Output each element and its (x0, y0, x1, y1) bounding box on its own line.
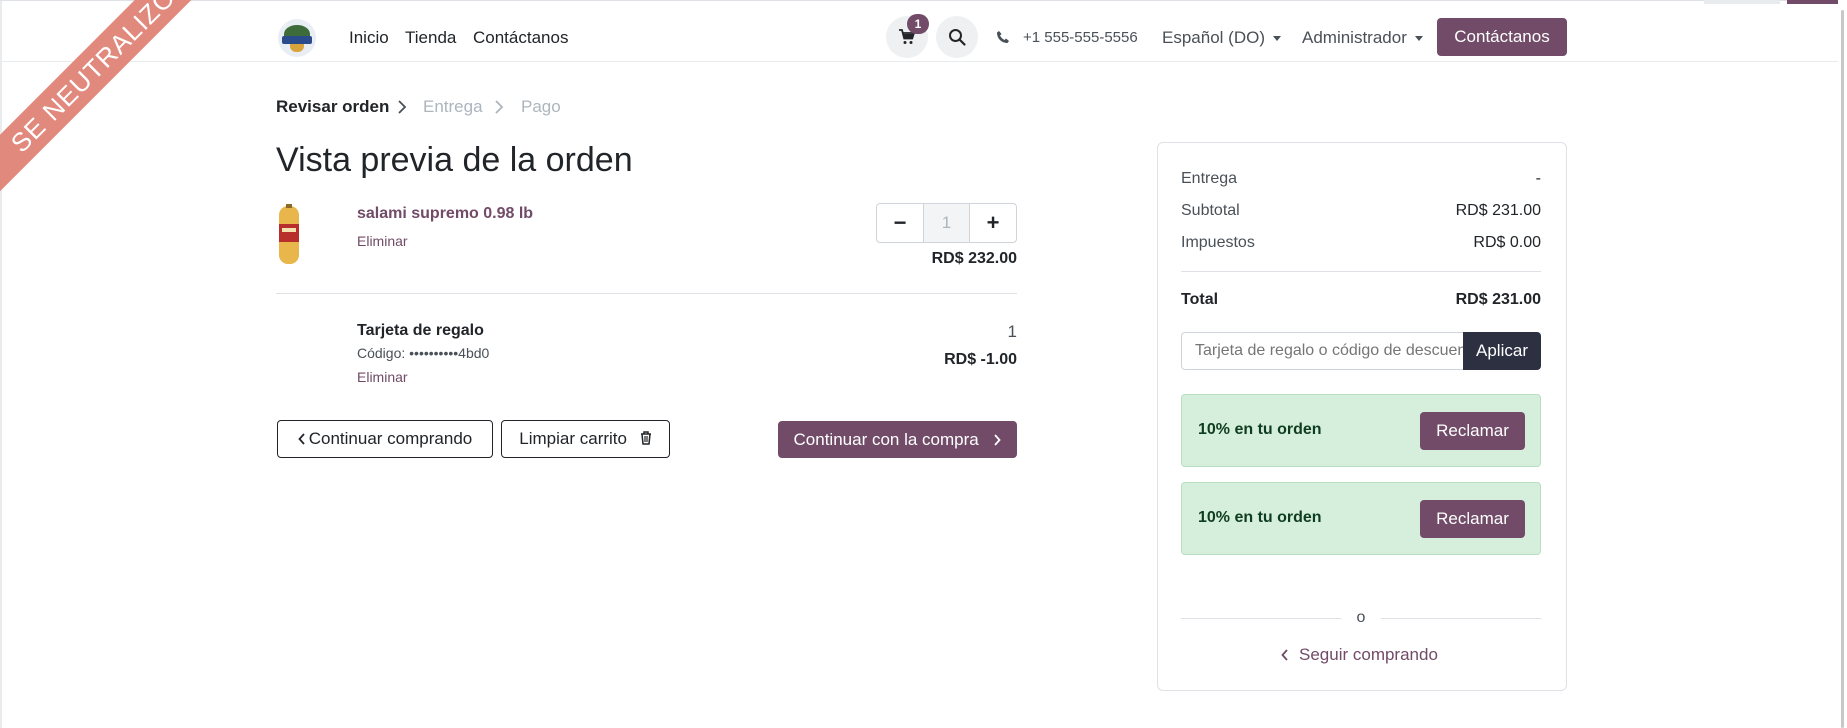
user-dropdown[interactable]: Administrador (1302, 28, 1423, 48)
chevron-down-icon (1414, 36, 1423, 42)
chevron-right-icon (495, 100, 504, 114)
or-divider-left (1181, 618, 1341, 619)
increase-qty-button[interactable]: + (970, 204, 1016, 242)
chevron-left-icon (298, 433, 305, 445)
summary-divider (1181, 271, 1541, 272)
breadcrumb-payment: Pago (521, 97, 561, 116)
quantity-input[interactable]: 1 (923, 204, 970, 242)
page-scrollbar[interactable] (1838, 0, 1847, 728)
gift-card-name: Tarjeta de regalo (357, 322, 484, 339)
delivery-value: - (1535, 170, 1541, 187)
gift-card-code: Código: ••••••••••4bd0 (357, 345, 490, 361)
or-separator: o (1356, 609, 1366, 626)
store-logo[interactable] (278, 19, 316, 57)
line-price: RD$ 232.00 (931, 250, 1017, 267)
user-label: Administrador (1302, 28, 1407, 47)
promo-code-input[interactable] (1181, 332, 1464, 370)
taxes-value: RD$ 0.00 (1473, 234, 1541, 251)
taxes-label: Impuestos (1181, 234, 1255, 251)
chevron-left-icon (1281, 649, 1288, 661)
left-edge (0, 0, 2, 728)
reward-banner: 10% en tu orden Reclamar (1181, 482, 1541, 555)
quantity-stepper: − 1 + (876, 203, 1017, 243)
remove-link[interactable]: Eliminar (357, 369, 408, 385)
trash-icon (640, 431, 651, 445)
decrease-qty-button[interactable]: − (877, 204, 923, 242)
plus-icon: + (986, 210, 1000, 235)
chevron-right-icon (994, 434, 1002, 446)
reward-banner: 10% en tu orden Reclamar (1181, 394, 1541, 467)
nav-tienda[interactable]: Tienda (405, 28, 456, 48)
product-image[interactable] (276, 204, 302, 266)
gift-card-qty: 1 (1007, 322, 1017, 341)
subtotal-label: Subtotal (1181, 202, 1240, 219)
product-name[interactable]: salami supremo 0.98 lb (357, 205, 533, 223)
minus-icon: − (893, 210, 907, 235)
remove-link[interactable]: Eliminar (357, 233, 408, 249)
continue-shopping-button[interactable]: Continuar comprando (277, 420, 493, 458)
reward-text: 10% en tu orden (1198, 509, 1322, 526)
search-button[interactable] (936, 16, 978, 58)
nav-contactanos[interactable]: Contáctanos (473, 28, 568, 48)
keep-shopping-label: Seguir comprando (1299, 645, 1438, 664)
breadcrumb-delivery: Entrega (423, 97, 483, 116)
subtotal-value: RD$ 231.00 (1455, 202, 1541, 219)
claim-reward-button[interactable]: Reclamar (1420, 500, 1525, 538)
nav-inicio[interactable]: Inicio (349, 28, 389, 48)
apply-promo-button[interactable]: Aplicar (1463, 332, 1541, 370)
total-label: Total (1181, 291, 1219, 308)
line-price: RD$ -1.00 (944, 351, 1017, 368)
breadcrumb-review: Revisar orden (276, 97, 390, 116)
checkout-button[interactable]: Continuar con la compra (778, 421, 1017, 458)
chevron-right-icon (398, 100, 407, 114)
keep-shopping-link[interactable]: Seguir comprando (1281, 645, 1438, 665)
clear-cart-label: Limpiar carrito (519, 429, 627, 448)
search-icon (949, 29, 966, 46)
contact-button[interactable]: Contáctanos (1437, 18, 1567, 56)
phone-icon (997, 31, 1009, 43)
checkout-label: Continuar con la compra (793, 430, 979, 449)
phone-number[interactable]: +1 555-555-5556 (1023, 29, 1138, 46)
cart-count-badge: 1 (907, 14, 929, 34)
language-label: Español (DO) (1162, 28, 1265, 47)
line-divider (276, 293, 1017, 294)
continue-shopping-label: Continuar comprando (308, 429, 473, 448)
claim-reward-button[interactable]: Reclamar (1420, 412, 1525, 450)
clear-cart-button[interactable]: Limpiar carrito (501, 420, 670, 458)
language-dropdown[interactable]: Español (DO) (1162, 28, 1281, 48)
site-header: Inicio Tienda Contáctanos 1 +1 555-555-5… (0, 4, 1847, 62)
delivery-label: Entrega (1181, 170, 1238, 187)
total-value: RD$ 231.00 (1455, 291, 1541, 308)
chevron-down-icon (1272, 36, 1281, 42)
reward-text: 10% en tu orden (1198, 421, 1322, 438)
page-title: Vista previa de la orden (276, 141, 633, 179)
or-divider-right (1381, 618, 1541, 619)
